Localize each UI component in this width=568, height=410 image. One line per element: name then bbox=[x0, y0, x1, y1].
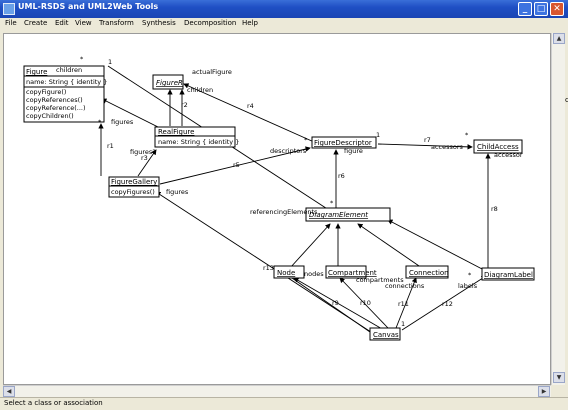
label-star-e: * bbox=[330, 199, 334, 207]
label-r5: r5 bbox=[233, 161, 240, 169]
label-figures-a: figures bbox=[111, 118, 134, 126]
scroll-up-icon[interactable]: ▲ bbox=[553, 33, 565, 44]
label-one-b: 1 bbox=[376, 131, 380, 139]
diagramlabel-name: DiagramLabel bbox=[484, 271, 533, 279]
menu-view[interactable]: View bbox=[75, 19, 92, 27]
label-accessors: accessors bbox=[431, 143, 464, 151]
maximize-button[interactable]: □ bbox=[534, 2, 548, 16]
label-r2: r2 bbox=[181, 101, 188, 109]
figure-op-1: copyFigure() bbox=[26, 88, 66, 96]
label-children-a: children bbox=[56, 66, 82, 74]
generalization-connection[interactable] bbox=[357, 223, 423, 269]
vertical-scrollbar[interactable]: ▲ ▼ bbox=[551, 33, 565, 385]
connection-name: Connection bbox=[409, 269, 449, 277]
label-r10: r10 bbox=[360, 299, 371, 307]
menu-create[interactable]: Create bbox=[24, 19, 47, 27]
menu-help[interactable]: Help bbox=[242, 19, 258, 27]
scroll-left-icon[interactable]: ◀ bbox=[3, 386, 15, 397]
label-one-a: 1 bbox=[108, 58, 112, 66]
menu-transform[interactable]: Transform bbox=[99, 19, 134, 27]
figurer-name: FigureR bbox=[156, 79, 183, 87]
label-r12: r12 bbox=[442, 300, 453, 308]
canvas-name: Canvas bbox=[373, 331, 399, 339]
diagramelement-name: DiagramElement bbox=[309, 211, 368, 219]
app-icon bbox=[3, 3, 15, 15]
figure-attr: name: String { identity } bbox=[26, 78, 107, 86]
generalization-node[interactable] bbox=[289, 223, 331, 269]
label-r8: r8 bbox=[491, 205, 498, 213]
label-r9: r9 bbox=[332, 299, 339, 307]
label-r13: r13 bbox=[263, 264, 274, 272]
label-connections: connections bbox=[385, 282, 425, 290]
figuregallery-name: FigureGallery bbox=[111, 178, 157, 186]
label-labels: labels bbox=[458, 282, 478, 290]
label-accessor: accessor bbox=[494, 151, 523, 159]
generalization-diagramlabel[interactable] bbox=[387, 219, 485, 271]
figuregallery-op: copyFigures() bbox=[111, 188, 155, 196]
menu-edit[interactable]: Edit bbox=[55, 19, 69, 27]
status-text: Select a class or association bbox=[4, 399, 103, 407]
label-r4: r4 bbox=[247, 102, 254, 110]
scroll-down-icon[interactable]: ▼ bbox=[553, 372, 565, 383]
label-children-b: children bbox=[187, 86, 213, 94]
label-figures-c: figures bbox=[166, 188, 189, 196]
label-star-f: * bbox=[468, 271, 472, 279]
label-star-d: * bbox=[465, 131, 469, 139]
menu-bar: File Create Edit View Transform Synthesi… bbox=[0, 18, 568, 31]
label-r3: r3 bbox=[141, 154, 148, 162]
minimize-button[interactable]: _ bbox=[518, 2, 532, 16]
realfigure-name: RealFigure bbox=[158, 128, 194, 136]
label-r1: r1 bbox=[107, 142, 114, 150]
node-name: Node bbox=[277, 269, 295, 277]
label-actualfigure: actualFigure bbox=[192, 68, 232, 76]
childaccess-name: ChildAccess bbox=[477, 143, 519, 151]
window-title: UML-RSDS and UML2Web Tools bbox=[18, 2, 159, 11]
label-r11: r11 bbox=[398, 300, 409, 308]
realfigure-attr: name: String { identity } bbox=[158, 138, 239, 146]
menu-file[interactable]: File bbox=[5, 19, 17, 27]
status-bar: Select a class or association bbox=[0, 397, 568, 410]
label-figure: figure bbox=[344, 147, 363, 155]
label-nodes: nodes bbox=[304, 270, 324, 278]
figure-op-3: copyReference(...) bbox=[26, 104, 86, 112]
label-star-a: * bbox=[80, 55, 84, 63]
menu-decomposition[interactable]: Decomposition bbox=[184, 19, 236, 27]
title-bar[interactable]: UML-RSDS and UML2Web Tools _ □ ✕ bbox=[0, 0, 568, 18]
label-one-c: 1 bbox=[401, 320, 405, 328]
label-descriptors: descriptors bbox=[270, 147, 307, 155]
menu-synthesis[interactable]: Synthesis bbox=[142, 19, 176, 27]
assoc-nodes[interactable] bbox=[291, 277, 371, 333]
class-diagram[interactable]: Figure name: String { identity } copyFig… bbox=[4, 34, 551, 385]
label-r6: r6 bbox=[338, 172, 345, 180]
figuredescriptor-name: FigureDescriptor bbox=[314, 139, 372, 147]
label-star-c: * bbox=[304, 136, 308, 144]
horizontal-scrollbar[interactable]: ◀ ▶ bbox=[3, 385, 551, 397]
application-window: UML-RSDS and UML2Web Tools _ □ ✕ File Cr… bbox=[0, 0, 568, 410]
figure-name: Figure bbox=[26, 68, 47, 76]
scroll-right-icon[interactable]: ▶ bbox=[538, 386, 550, 397]
close-button[interactable]: ✕ bbox=[550, 2, 564, 16]
label-r7: r7 bbox=[424, 136, 431, 144]
label-referencing: referencingElements bbox=[250, 208, 318, 216]
figure-op-2: copyReferences() bbox=[26, 96, 83, 104]
diagram-canvas[interactable]: Figure name: String { identity } copyFig… bbox=[3, 33, 551, 385]
figure-op-4: copyChildren() bbox=[26, 112, 74, 120]
